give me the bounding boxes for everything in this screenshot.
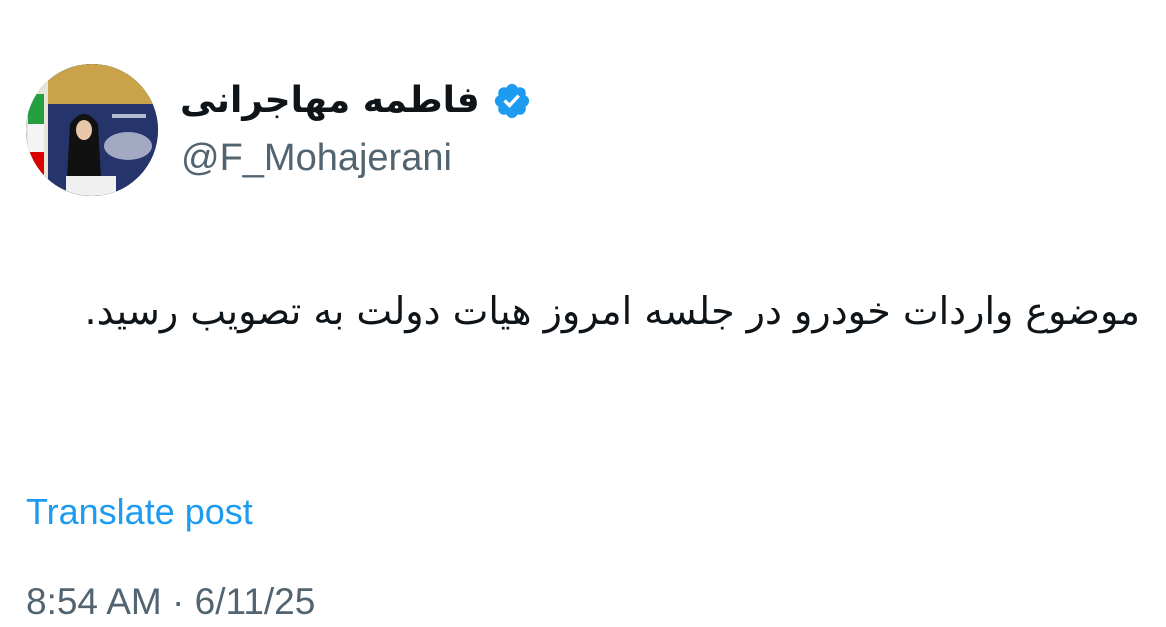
author-display-name[interactable]: فاطمه مهاجرانی bbox=[180, 76, 480, 126]
post-timestamp[interactable]: 8:54 AM · 6/11/25 bbox=[26, 578, 315, 626]
author-handle[interactable]: @F_Mohajerani bbox=[181, 134, 452, 182]
post-text: موضوع واردات خودرو در جلسه امروز هیات دو… bbox=[84, 289, 1140, 333]
tweet-card: فاطمه مهاجرانی @F_Mohajerani موضوع واردا… bbox=[0, 0, 1166, 627]
avatar[interactable] bbox=[26, 64, 158, 196]
verified-badge-icon bbox=[492, 81, 532, 121]
author-name-row: فاطمه مهاجرانی bbox=[180, 76, 532, 126]
translate-post-link[interactable]: Translate post bbox=[26, 488, 253, 536]
avatar-photo-icon bbox=[26, 64, 158, 196]
